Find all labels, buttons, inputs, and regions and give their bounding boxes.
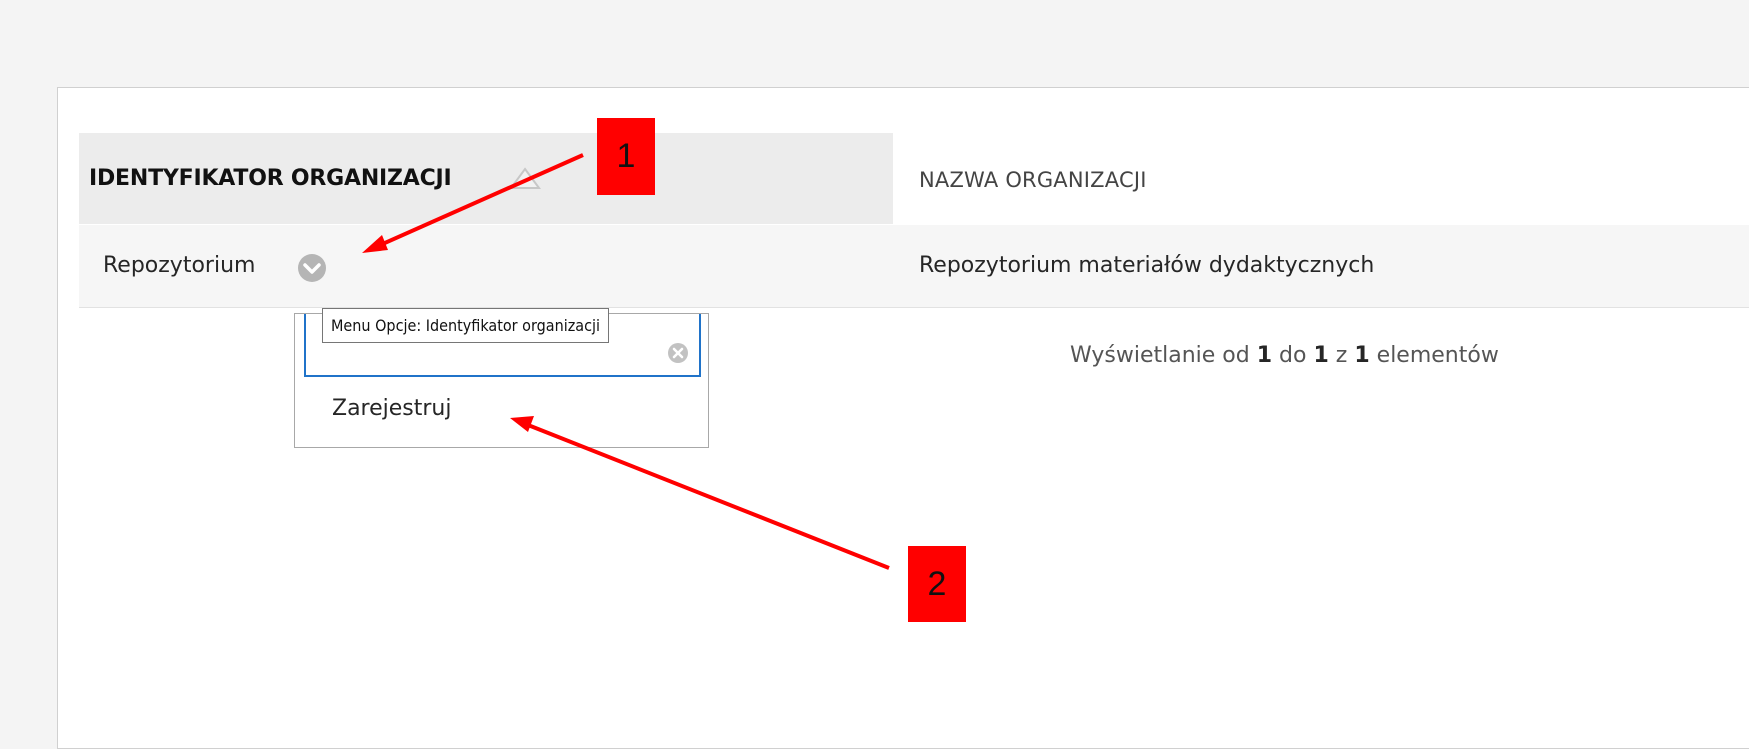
options-menu-tooltip: Menu Opcje: Identyfikator organizacji xyxy=(322,308,609,343)
clear-search-icon[interactable] xyxy=(667,342,689,364)
table-row xyxy=(79,225,1749,308)
annotation-label-2: 2 xyxy=(908,546,966,622)
paging-summary: Wyświetlanie od 1 do 1 z 1 elementów xyxy=(1070,343,1499,368)
options-chevron-down-icon[interactable] xyxy=(297,253,327,283)
sort-ascending-icon[interactable] xyxy=(508,166,542,192)
column-header-id-label[interactable]: IDENTYFIKATOR ORGANIZACJI xyxy=(89,166,452,191)
cell-organization-name: Repozytorium materiałów dydaktycznych xyxy=(919,253,1375,278)
menu-item-zarejestruj[interactable]: Zarejestruj xyxy=(332,396,452,421)
annotation-label-1: 1 xyxy=(597,118,655,195)
column-header-name-label[interactable]: NAZWA ORGANIZACJI xyxy=(919,168,1147,192)
cell-organization-id: Repozytorium xyxy=(103,253,256,278)
